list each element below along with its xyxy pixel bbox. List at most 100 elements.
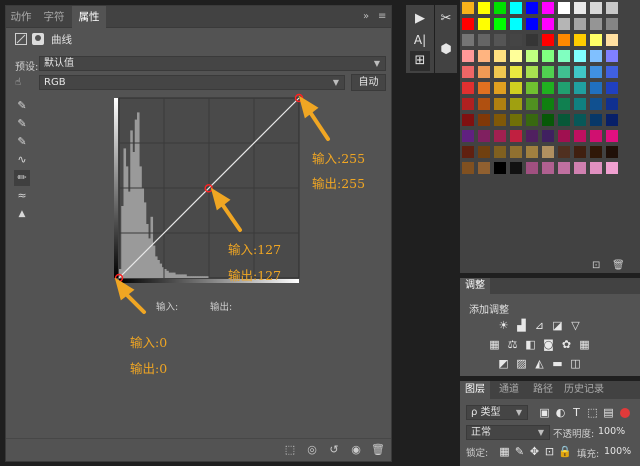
swatch[interactable] [606,82,618,94]
delete-trash-icon[interactable]: 🗑 [370,443,386,457]
swatch[interactable] [462,18,474,30]
swatch[interactable] [558,82,570,94]
swatch[interactable] [542,130,554,142]
swatch[interactable] [590,2,602,14]
swatch[interactable] [478,34,490,46]
invert-icon[interactable]: ◩ [497,357,510,370]
swatch[interactable] [526,18,538,30]
brightness-icon[interactable]: ☀ [497,319,510,332]
swatch[interactable] [542,2,554,14]
swatch[interactable] [574,114,586,126]
swatch[interactable] [590,162,602,174]
hue-saturation-icon[interactable]: ▦ [488,338,501,351]
swatch[interactable] [558,2,570,14]
swatch[interactable] [462,34,474,46]
swatch[interactable] [542,66,554,78]
opacity-value[interactable]: 100% [598,426,625,437]
swatch[interactable] [526,146,538,158]
swatch[interactable] [478,114,490,126]
swatch[interactable] [558,130,570,142]
swatch[interactable] [574,146,586,158]
swatch[interactable] [494,162,506,174]
swatch[interactable] [526,130,538,142]
fill-value[interactable]: 100% [604,446,631,457]
swatch[interactable] [526,98,538,110]
swatch[interactable] [478,50,490,62]
swatch[interactable] [462,162,474,174]
swatch[interactable] [510,2,522,14]
swatch[interactable] [606,34,618,46]
swatch[interactable] [558,66,570,78]
swatch[interactable] [462,2,474,14]
swatch[interactable] [574,66,586,78]
swatch[interactable] [526,162,538,174]
3d-cube-icon[interactable]: ⬢ [436,40,456,60]
tab-adjustments[interactable]: 调整 [460,278,490,294]
swatch[interactable] [510,162,522,174]
swatch[interactable] [462,98,474,110]
swatch[interactable] [606,162,618,174]
levels-icon[interactable]: ▟ [515,319,528,332]
tab-channels[interactable]: 通道 [494,381,524,399]
swatch[interactable] [478,2,490,14]
swatch[interactable] [462,114,474,126]
swatch[interactable] [462,82,474,94]
character-icon[interactable]: A| [410,30,430,50]
tab-layers[interactable]: 图层 [460,381,490,399]
channel-mixer-icon[interactable]: ✿ [560,338,573,351]
swatch[interactable] [494,82,506,94]
swatch[interactable] [574,98,586,110]
filter-smart-icon[interactable]: ▤ [602,406,615,419]
filter-toggle-icon[interactable] [620,408,630,418]
swatch[interactable] [510,98,522,110]
swatch[interactable] [606,130,618,142]
exposure-icon[interactable]: ◪ [551,319,564,332]
swatch[interactable] [510,146,522,158]
lock-position-icon[interactable]: ✥ [528,445,541,458]
swatch[interactable] [462,66,474,78]
swatch[interactable] [526,2,538,14]
swatch[interactable] [606,114,618,126]
swatch[interactable] [510,34,522,46]
swatch[interactable] [574,18,586,30]
swatch[interactable] [574,130,586,142]
swatch[interactable] [526,114,538,126]
swatch[interactable] [574,34,586,46]
swatch[interactable] [494,18,506,30]
swatch[interactable] [478,82,490,94]
swatch[interactable] [606,2,618,14]
visibility-eye-icon[interactable]: ◉ [348,443,364,457]
photo-filter-icon[interactable]: ◙ [542,338,555,351]
swatch[interactable] [574,2,586,14]
swatch[interactable] [462,146,474,158]
lock-image-icon[interactable]: ✎ [513,445,526,458]
swatch[interactable] [494,114,506,126]
swatch[interactable] [478,98,490,110]
swatch[interactable] [574,50,586,62]
swatch[interactable] [542,50,554,62]
swatch[interactable] [606,98,618,110]
swatch[interactable] [510,66,522,78]
swatch[interactable] [590,66,602,78]
new-swatch-icon[interactable]: ⊡ [592,260,600,271]
swatch[interactable] [558,98,570,110]
reset-icon[interactable]: ↺ [326,443,342,457]
swatch[interactable] [606,18,618,30]
swatch[interactable] [510,130,522,142]
swatch[interactable] [494,146,506,158]
swatch[interactable] [494,2,506,14]
swatch[interactable] [510,18,522,30]
tab-history[interactable]: 历史记录 [562,381,606,399]
swatch[interactable] [478,162,490,174]
swatch[interactable] [494,34,506,46]
swatch[interactable] [590,130,602,142]
swatch[interactable] [542,34,554,46]
vibrance-icon[interactable]: ▽ [569,319,582,332]
delete-swatch-icon[interactable]: 🗑 [612,260,625,271]
swatch[interactable] [558,18,570,30]
swatch[interactable] [462,130,474,142]
swatch[interactable] [510,114,522,126]
swatch[interactable] [462,50,474,62]
swatch[interactable] [542,82,554,94]
threshold-icon[interactable]: ◭ [533,357,546,370]
